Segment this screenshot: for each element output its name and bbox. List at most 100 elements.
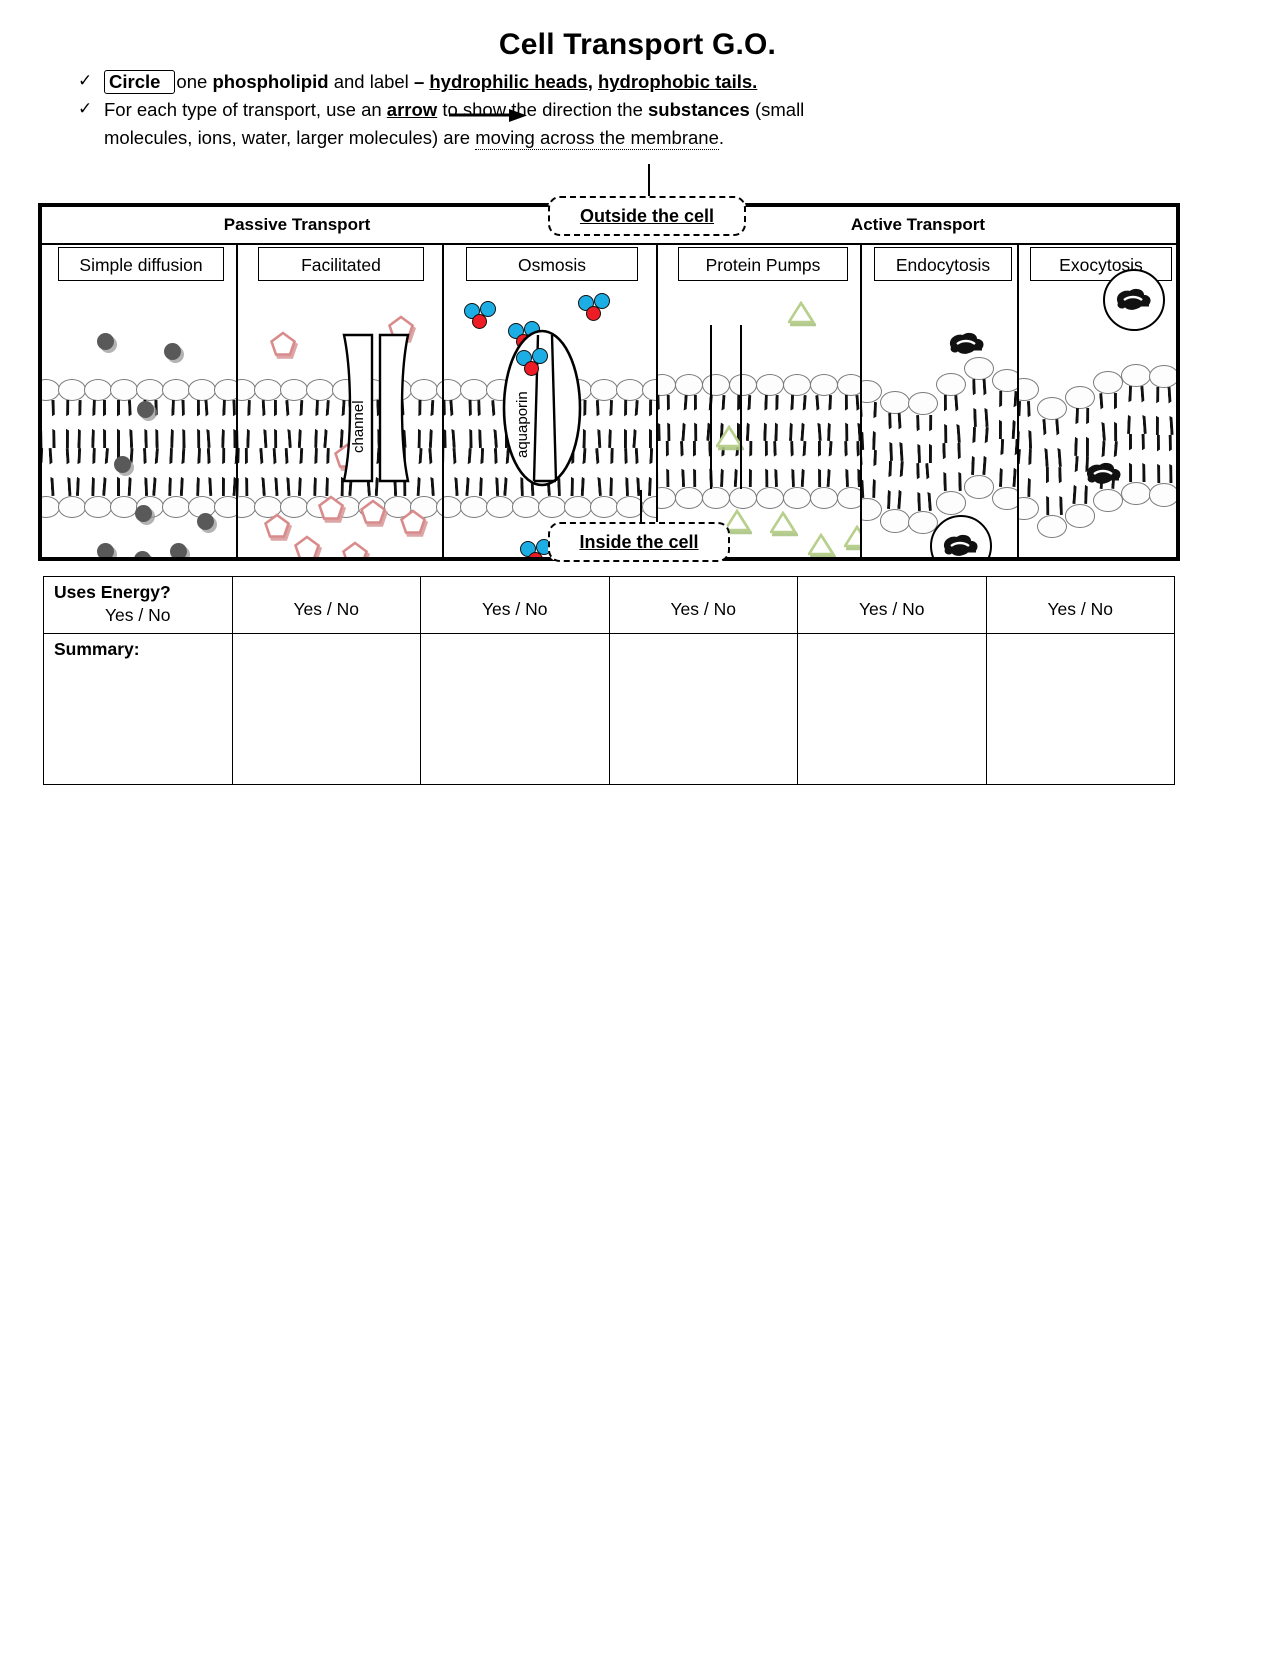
lipid-tail	[1114, 393, 1118, 441]
cell-energy-facilitated[interactable]: Yes / No	[232, 577, 421, 634]
lipid-tail	[66, 448, 72, 496]
cell-summary-protein-pumps[interactable]	[609, 634, 798, 785]
lipid-tail	[314, 448, 319, 496]
lipid-tail	[658, 395, 661, 441]
inst1-hydrophobic-tails: hydrophobic tails.	[598, 71, 757, 92]
lipid-head	[810, 487, 838, 509]
lipid-tail	[245, 448, 249, 496]
large-molecule-blob	[940, 533, 980, 557]
lipid-head	[1093, 371, 1123, 394]
yes-no-option[interactable]: Yes / No	[798, 577, 986, 620]
lipid-tail	[416, 448, 422, 496]
inst2-line2c: .	[719, 127, 724, 148]
inst2-arrow-word: arrow	[387, 96, 437, 123]
panel-facilitated: channel	[238, 243, 442, 557]
lipid-head	[880, 509, 910, 532]
lipid-tail	[51, 400, 55, 448]
lipid-tail	[1141, 434, 1145, 482]
lipid-head	[1065, 504, 1095, 527]
instruction-item-2: ✓ For each type of transport, use an arr…	[78, 96, 1275, 151]
lipid-tail	[238, 448, 240, 496]
lipid-tail	[274, 400, 278, 448]
panel-endocytosis	[862, 243, 1017, 557]
lipid-tail	[971, 427, 976, 475]
lipid-tail	[65, 400, 69, 448]
arrow-icon	[449, 109, 527, 123]
instructions-list: ✓ Circleone phospholipid and label – hyd…	[78, 68, 1275, 151]
lipid-head	[254, 379, 282, 401]
lipid-tail	[143, 448, 148, 496]
lipid-head	[436, 496, 442, 518]
lipid-tail	[789, 395, 794, 441]
inst1-hydrophilic-heads: hydrophilic heads	[429, 71, 587, 92]
inst1-part2: and label	[329, 71, 414, 92]
lipid-tail	[1055, 419, 1062, 467]
lipid-tail	[259, 448, 266, 496]
lipid-head	[136, 379, 164, 401]
lipid-tail	[1043, 419, 1050, 467]
cell-summary-endocytosis[interactable]	[798, 634, 987, 785]
cell-summary-label[interactable]: Summary:	[44, 634, 233, 785]
column-header-protein-pumps: Protein Pumps	[678, 247, 848, 281]
category-label-passive: Passive Transport	[42, 207, 552, 243]
cell-energy-osmosis[interactable]: Yes / No	[421, 577, 610, 634]
lipid-tail	[826, 441, 832, 487]
yes-no-option[interactable]: Yes / No	[44, 603, 232, 626]
instruction-2-text: For each type of transport, use an arrow…	[104, 96, 1275, 151]
lipid-head	[837, 374, 860, 396]
cell-energy-exocytosis[interactable]: Yes / No	[986, 577, 1175, 634]
circle-boxed-word: Circle	[104, 70, 175, 94]
lipid-tail	[583, 400, 587, 448]
summary-label: Summary:	[44, 634, 232, 660]
lipid-head	[1037, 397, 1067, 420]
yes-no-option[interactable]: Yes / No	[987, 577, 1175, 620]
lipid-tail	[450, 400, 457, 448]
molecule-pentagon	[294, 535, 320, 557]
lipid-head	[964, 357, 994, 380]
lipid-tail	[48, 448, 54, 496]
lipid-tail	[479, 448, 485, 496]
channel-protein-label: channel	[350, 400, 367, 453]
lipid-tail	[872, 402, 877, 450]
lipid-tail	[222, 448, 226, 496]
cell-energy-label[interactable]: Uses Energy? Yes / No	[44, 577, 233, 634]
lipid-tail	[633, 400, 640, 448]
lipid-tail	[872, 450, 877, 498]
yes-no-option[interactable]: Yes / No	[233, 577, 421, 620]
lipid-tail	[1129, 434, 1133, 482]
inst1-part1: one	[176, 71, 212, 92]
lipid-head	[1065, 386, 1095, 409]
lipid-tail	[1168, 387, 1174, 435]
solute-particle	[170, 543, 187, 557]
cell-summary-osmosis[interactable]	[421, 634, 610, 785]
cell-summary-facilitated[interactable]	[232, 634, 421, 785]
lipid-head	[992, 487, 1017, 510]
solute-particle	[114, 456, 131, 473]
lipid-tail	[801, 395, 808, 441]
lipid-tail	[897, 461, 904, 509]
channel-protein-right-leaf	[378, 333, 414, 483]
lipid-head	[783, 374, 811, 396]
lipid-tail	[818, 441, 822, 487]
lipid-tail	[1086, 408, 1090, 456]
lipid-head	[512, 496, 540, 518]
lipid-tail	[898, 413, 904, 461]
lipid-head	[862, 498, 882, 521]
lipid-tail	[417, 400, 421, 448]
yes-no-option[interactable]: Yes / No	[421, 577, 609, 620]
cell-energy-protein-pumps[interactable]: Yes / No	[609, 577, 798, 634]
column-header-simple-diffusion: Simple diffusion	[58, 247, 224, 281]
molecule-triangle	[716, 425, 742, 448]
lipid-tail	[929, 415, 933, 463]
yes-no-option[interactable]: Yes / No	[610, 577, 798, 620]
lipid-head	[1149, 365, 1176, 388]
lipid-tail	[1127, 386, 1132, 434]
cell-energy-endocytosis[interactable]: Yes / No	[798, 577, 987, 634]
cell-summary-exocytosis[interactable]	[986, 634, 1175, 785]
lipid-head	[486, 496, 514, 518]
lipid-head	[564, 496, 592, 518]
lipid-tail	[1072, 456, 1079, 504]
callout-outside-the-cell: Outside the cell	[548, 196, 746, 236]
water-molecule	[516, 348, 550, 378]
checkmark-icon: ✓	[78, 68, 104, 94]
